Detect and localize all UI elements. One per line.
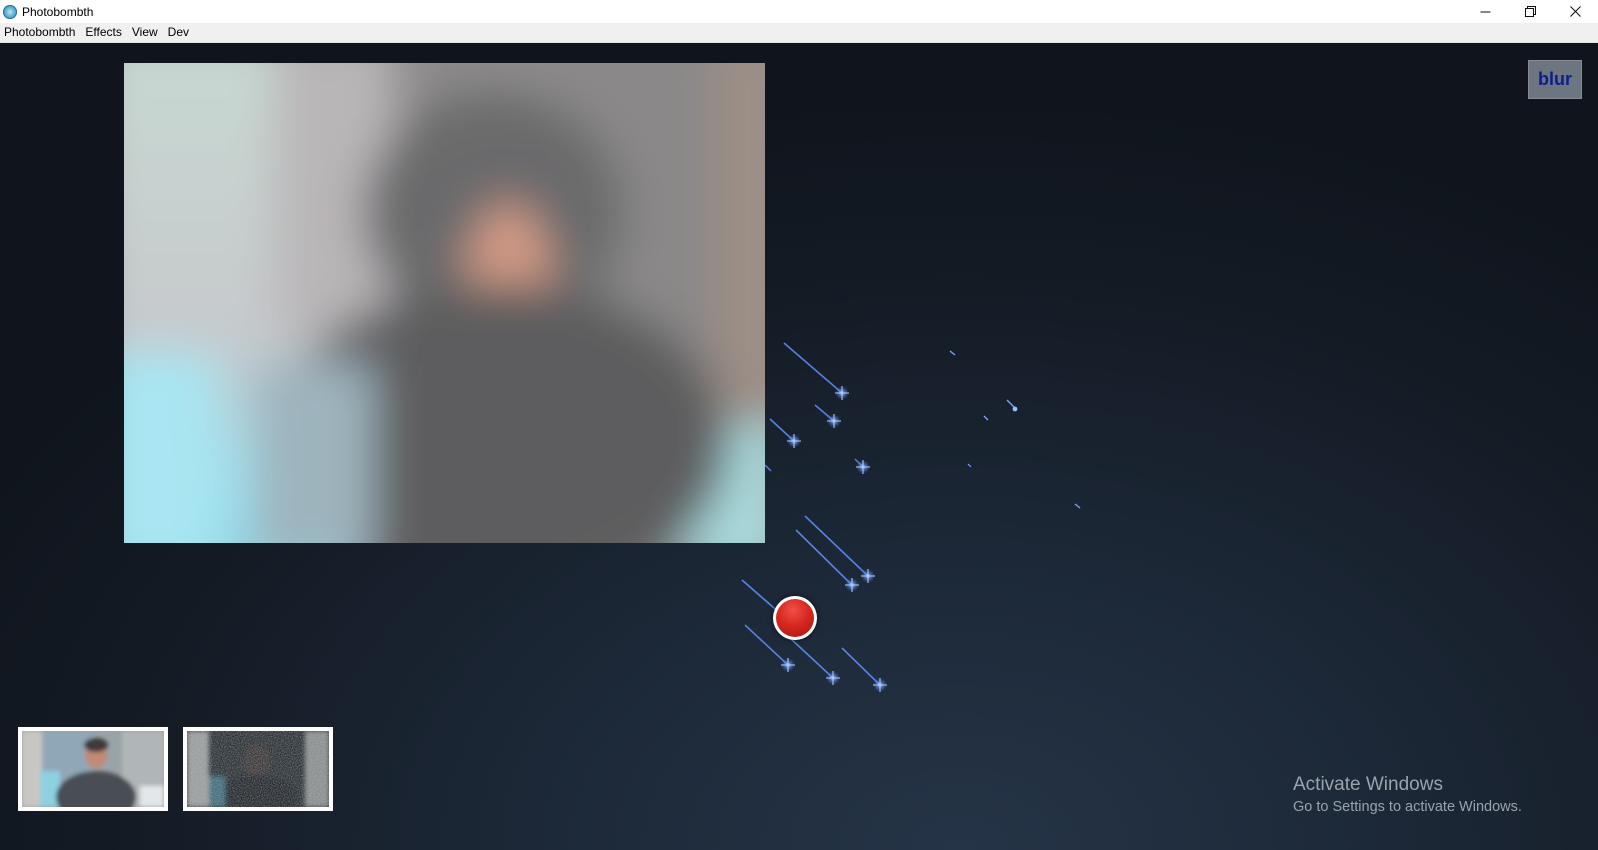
webcam-photo [22, 731, 164, 807]
photo-thumbnail[interactable] [18, 727, 168, 811]
photo-thumbnail[interactable] [183, 727, 333, 811]
effect-badge[interactable]: blur [1528, 60, 1582, 99]
camera-preview [124, 63, 765, 543]
app-window: Photobombth Photobombth Effects View Dev… [0, 0, 1598, 850]
minimize-button[interactable] [1463, 0, 1508, 22]
menu-item-dev[interactable]: Dev [164, 23, 195, 42]
webcam-photo-noise [187, 731, 329, 807]
record-button[interactable] [773, 596, 817, 640]
app-icon [3, 4, 17, 19]
menu-bar: Photobombth Effects View Dev [0, 23, 1598, 43]
title-bar: Photobombth [0, 0, 1598, 23]
close-button[interactable] [1553, 0, 1598, 22]
menu-item-view[interactable]: View [128, 23, 164, 42]
camera-stage: blur Activate Windows Go to Settings to … [0, 43, 1598, 850]
restore-button[interactable] [1508, 0, 1553, 22]
menu-item-effects[interactable]: Effects [81, 23, 127, 42]
window-controls [1463, 0, 1598, 23]
window-title: Photobombth [22, 4, 94, 19]
record-icon [776, 599, 814, 637]
menu-item-photobombth[interactable]: Photobombth [0, 23, 81, 42]
watermark-title: Activate Windows [1293, 774, 1443, 795]
close-icon [1570, 5, 1581, 17]
camera-feed-image [124, 63, 765, 543]
activation-watermark: Activate Windows Go to Settings to activ… [1293, 774, 1522, 818]
restore-icon [1525, 5, 1536, 17]
minimize-icon [1480, 11, 1491, 12]
watermark-subtitle: Go to Settings to activate Windows. [1293, 799, 1522, 815]
